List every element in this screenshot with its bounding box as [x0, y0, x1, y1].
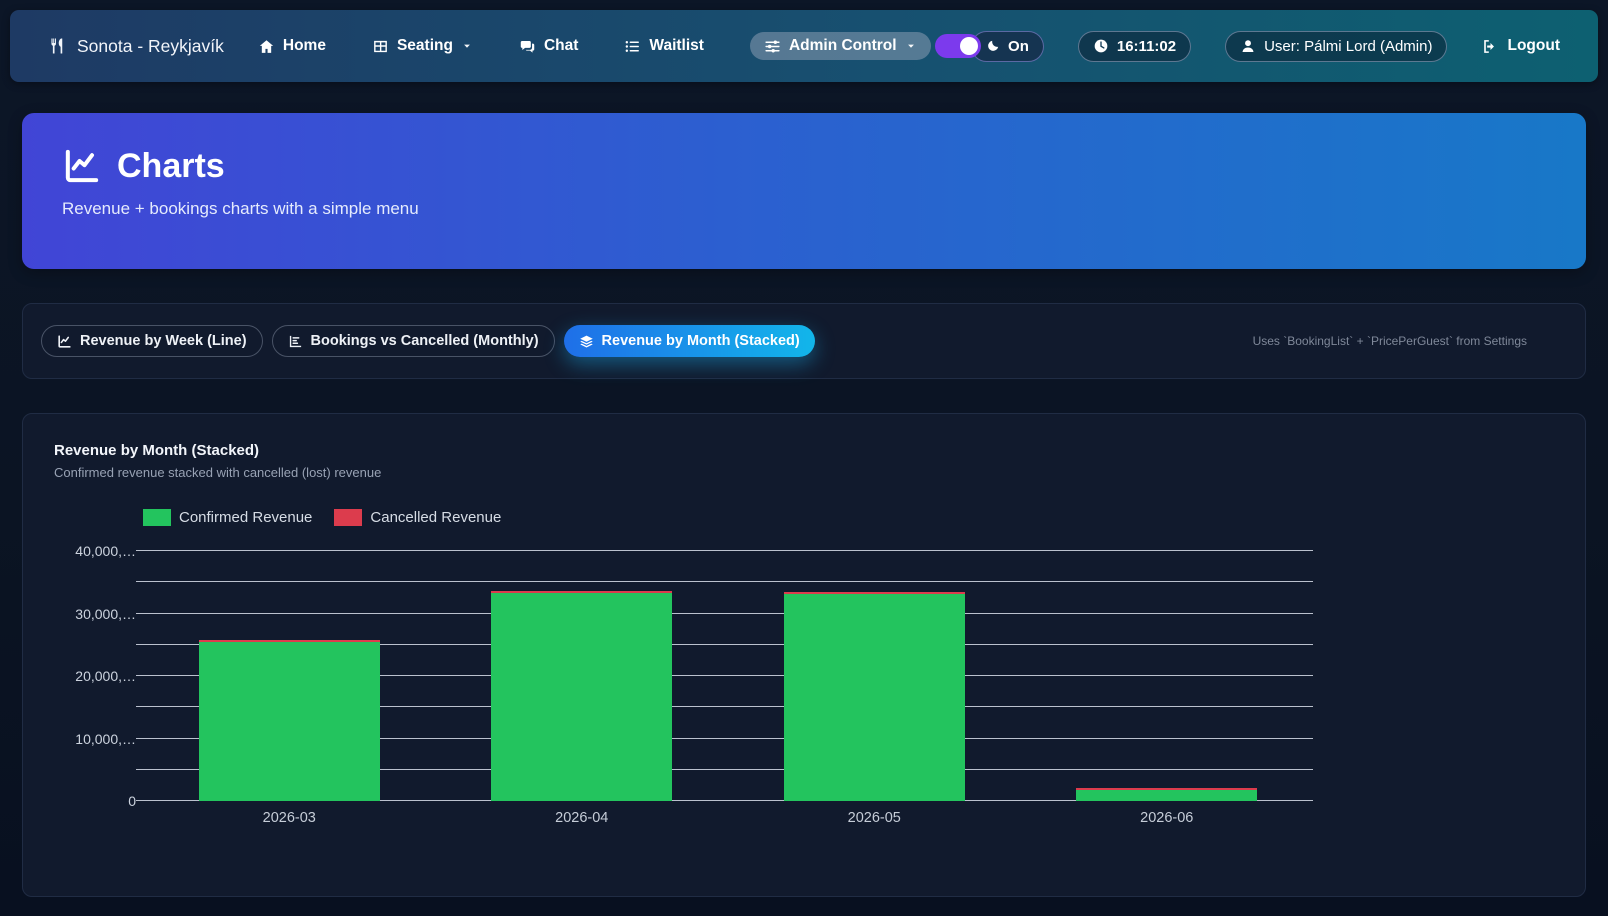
- x-tick-label: 2026-04: [436, 810, 729, 826]
- page: Sonota - Reykjavík Home Seating: [0, 0, 1608, 916]
- tab-bookings-vs-cancelled[interactable]: Bookings vs Cancelled (Monthly): [272, 325, 555, 357]
- legend-swatch: [143, 509, 171, 526]
- brand-label: Sonota - Reykjavík: [77, 36, 224, 57]
- chart-menu: Revenue by Week (Line) Bookings vs Cance…: [22, 303, 1586, 379]
- logout-button[interactable]: Logout: [1481, 37, 1560, 55]
- chart-legend: Confirmed Revenue Cancelled Revenue: [143, 509, 1554, 526]
- y-tick-label: 0: [128, 793, 136, 809]
- bar-segment: [1076, 790, 1257, 801]
- toggle-knob: [960, 37, 978, 55]
- chart-line-icon: [62, 146, 102, 186]
- list-icon: [624, 38, 641, 55]
- user-pill: User: Pálmi Lord (Admin): [1225, 31, 1447, 62]
- chevron-down-icon: [461, 40, 473, 52]
- nav-item-waitlist[interactable]: Waitlist: [624, 37, 704, 55]
- clock-icon: [1093, 38, 1109, 54]
- legend-swatch: [334, 509, 362, 526]
- y-tick-label: 10,000,…: [75, 731, 136, 747]
- nav-item-admin-control[interactable]: Admin Control: [750, 32, 931, 60]
- bar-segment: [784, 594, 965, 801]
- y-tick-label: 30,000,…: [75, 606, 136, 622]
- bar-slot: [436, 551, 729, 801]
- navbar-right: On 16:11:02 User: Pálmi Lord (Admin) L: [935, 31, 1560, 62]
- hero-banner: Charts Revenue + bookings charts with a …: [22, 113, 1586, 269]
- navbar: Sonota - Reykjavík Home Seating: [10, 10, 1598, 82]
- plot-area: [143, 551, 1313, 801]
- clock-pill: 16:11:02: [1078, 31, 1191, 62]
- tab-revenue-by-week[interactable]: Revenue by Week (Line): [41, 325, 263, 357]
- legend-label: Cancelled Revenue: [370, 509, 501, 526]
- bar-segment: [199, 642, 380, 801]
- y-tick-label: 20,000,…: [75, 668, 136, 684]
- nav-item-chat[interactable]: Chat: [519, 37, 578, 55]
- x-axis: 2026-032026-042026-052026-06: [143, 810, 1313, 826]
- x-tick-label: 2026-03: [143, 810, 436, 826]
- page-title: Charts: [62, 146, 1546, 186]
- y-axis: 010,000,…20,000,…30,000,…40,000,…: [54, 551, 143, 801]
- settings-note: Uses `BookingList` + `PricePerGuest` fro…: [1253, 334, 1527, 348]
- nav-item-home[interactable]: Home: [258, 37, 326, 55]
- chevron-down-icon: [905, 40, 917, 52]
- bar-slot: [728, 551, 1021, 801]
- logout-icon: [1481, 38, 1498, 55]
- user-icon: [1240, 38, 1256, 54]
- moon-icon: [986, 39, 1000, 53]
- dark-mode-pill[interactable]: On: [971, 31, 1044, 62]
- y-tick-label: 40,000,…: [75, 543, 136, 559]
- legend-item[interactable]: Cancelled Revenue: [334, 509, 501, 526]
- bar-slots: [143, 551, 1313, 801]
- chart-subtitle: Confirmed revenue stacked with cancelled…: [54, 465, 1554, 480]
- stacked-bar-chart: 010,000,…20,000,…30,000,…40,000,…: [54, 551, 1313, 801]
- dark-mode-state: On: [1008, 38, 1029, 55]
- page-subtitle: Revenue + bookings charts with a simple …: [62, 199, 1546, 219]
- bar-slot: [143, 551, 436, 801]
- utensils-icon: [48, 37, 66, 55]
- home-icon: [258, 38, 275, 55]
- table-icon: [372, 38, 389, 55]
- nav-item-seating[interactable]: Seating: [372, 37, 473, 55]
- x-tick-label: 2026-06: [1021, 810, 1314, 826]
- chart-line-icon: [57, 334, 72, 349]
- user-value: User: Pálmi Lord (Admin): [1264, 38, 1432, 55]
- layers-icon: [579, 334, 594, 349]
- chart-card: Revenue by Month (Stacked) Confirmed rev…: [22, 413, 1586, 897]
- bar-slot: [1021, 551, 1314, 801]
- bar-2026-05[interactable]: [784, 592, 965, 801]
- legend-label: Confirmed Revenue: [179, 509, 312, 526]
- bar-2026-04[interactable]: [491, 591, 672, 801]
- bar-2026-03[interactable]: [199, 640, 380, 801]
- dark-mode-group: On: [935, 31, 1044, 62]
- chart-bar-icon: [288, 334, 303, 349]
- clock-value: 16:11:02: [1117, 38, 1176, 55]
- navbar-brand[interactable]: Sonota - Reykjavík: [48, 36, 224, 57]
- tab-revenue-by-month[interactable]: Revenue by Month (Stacked): [564, 325, 815, 357]
- bar-2026-06[interactable]: [1076, 788, 1257, 801]
- chat-icon: [519, 38, 536, 55]
- chart-title: Revenue by Month (Stacked): [54, 442, 1554, 459]
- legend-item[interactable]: Confirmed Revenue: [143, 509, 312, 526]
- nav-links: Home Seating Chat: [258, 32, 931, 60]
- bar-segment: [491, 593, 672, 801]
- x-tick-label: 2026-05: [728, 810, 1021, 826]
- dark-mode-toggle[interactable]: [935, 34, 981, 58]
- sliders-icon: [764, 38, 781, 55]
